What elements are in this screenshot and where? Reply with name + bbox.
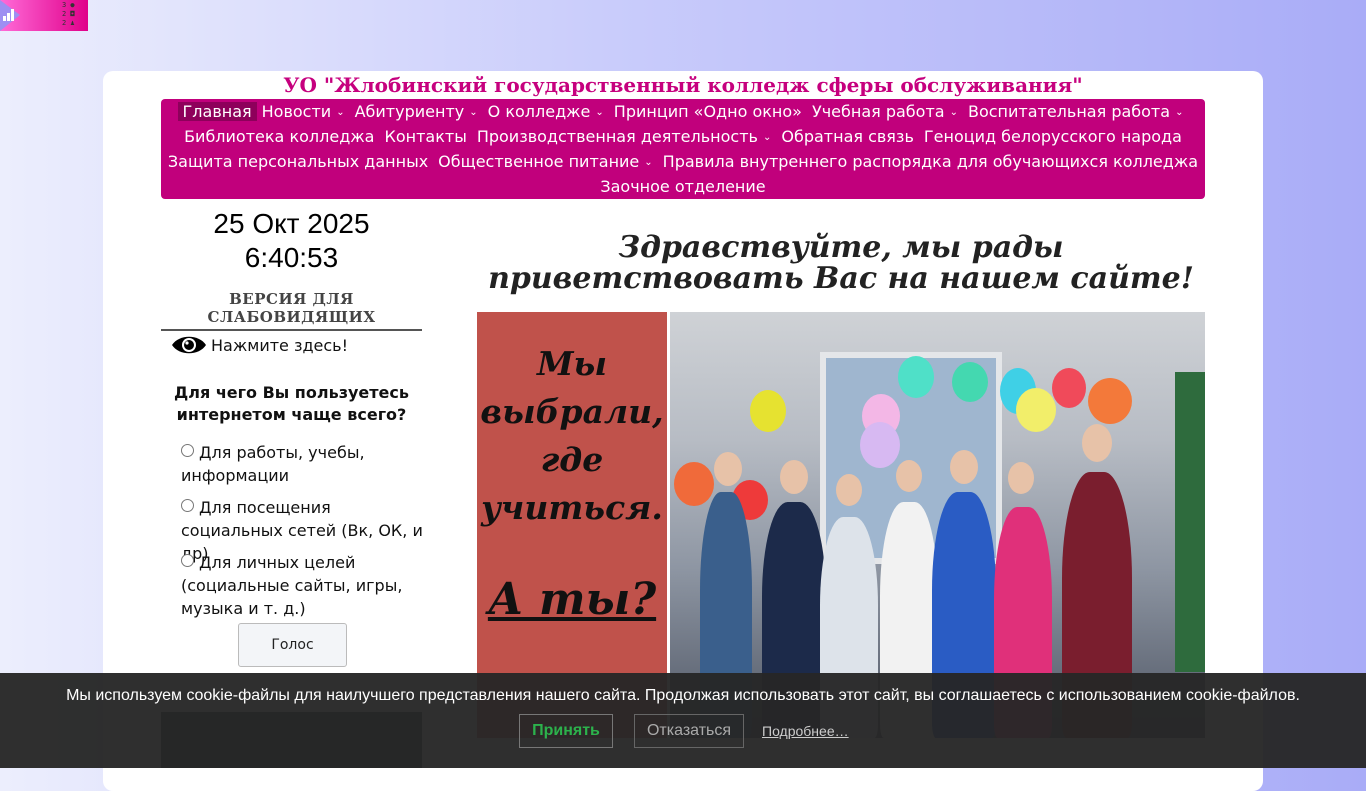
student-head bbox=[780, 460, 808, 494]
radio-button[interactable] bbox=[181, 554, 194, 567]
student-head bbox=[714, 452, 742, 486]
chevron-down-icon: ⌄ bbox=[949, 107, 958, 118]
student-head bbox=[950, 450, 978, 484]
accessibility-link-label: Нажмите здесь! bbox=[211, 335, 349, 355]
accessibility-link[interactable]: Нажмите здесь! bbox=[171, 332, 348, 358]
menu-item-news[interactable]: Новости ⌄ bbox=[257, 102, 350, 121]
poll-question: Для чего Вы пользуетесь интернетом чаще … bbox=[174, 383, 409, 424]
chevron-down-icon: ⌄ bbox=[469, 107, 478, 118]
balloon bbox=[860, 422, 900, 468]
balloon bbox=[750, 390, 786, 432]
cookie-accept-button[interactable]: Принять bbox=[519, 714, 613, 748]
chevron-down-icon: ⌄ bbox=[336, 107, 345, 118]
site-title[interactable]: УО "Жлобинский государственный колледж с… bbox=[0, 71, 1366, 99]
balloon bbox=[1052, 368, 1086, 408]
balloon bbox=[952, 362, 988, 402]
chevron-down-icon: ⌄ bbox=[595, 107, 604, 118]
banner-text: Мы выбрали, где учиться. bbox=[480, 344, 664, 527]
menu-item-personal-data[interactable]: Защита персональных данных bbox=[163, 152, 433, 171]
radio-button[interactable] bbox=[181, 444, 194, 457]
clock-date: 25 Окт 2025 bbox=[213, 208, 370, 239]
balloon bbox=[898, 356, 934, 398]
cookie-message: Мы используем cookie-файлы для наилучшег… bbox=[66, 687, 1300, 704]
accessibility-heading: ВЕРСИЯ ДЛЯ СЛАБОВИДЯЩИХ bbox=[161, 290, 422, 331]
menu-item-library[interactable]: Библиотека колледжа bbox=[179, 127, 379, 146]
menu-item-rules[interactable]: Правила внутреннего распорядка для обуча… bbox=[658, 152, 1203, 171]
menu-item-production[interactable]: Производственная деятельность ⌄ bbox=[472, 127, 777, 146]
balloon bbox=[1016, 388, 1056, 432]
menu-item-home[interactable]: Главная bbox=[177, 102, 257, 121]
chevron-down-icon: ⌄ bbox=[644, 157, 653, 168]
menu-item-genocide[interactable]: Геноцид белорусского народа bbox=[919, 127, 1187, 146]
student-head bbox=[836, 474, 862, 506]
menu-item-about[interactable]: О колледже ⌄ bbox=[483, 102, 609, 121]
balloon bbox=[674, 462, 714, 506]
menu-item-feedback[interactable]: Обратная связь bbox=[776, 127, 919, 146]
menu-item-catering[interactable]: Общественное питание ⌄ bbox=[433, 152, 657, 171]
student-head bbox=[1008, 462, 1034, 494]
cookie-banner: Мы используем cookie-файлы для наилучшег… bbox=[0, 673, 1366, 768]
menu-item-correspondence[interactable]: Заочное отделение bbox=[595, 177, 770, 196]
clock-time: 6:40:53 bbox=[244, 242, 339, 273]
welcome-heading: Здравствуйте, мы рады приветствовать Вас… bbox=[488, 230, 1194, 296]
balloon bbox=[1088, 378, 1132, 424]
poll-option[interactable]: Для работы, учебы, информации bbox=[181, 441, 429, 487]
vote-button[interactable]: Голос bbox=[238, 623, 347, 667]
cookie-more-link[interactable]: Подробнее… bbox=[762, 723, 849, 739]
main-menu: Главная Новости ⌄ Абитуриенту ⌄ О колледже… bbox=[161, 99, 1205, 199]
menu-item-contacts[interactable]: Контакты bbox=[379, 127, 471, 146]
poll-option[interactable]: Для личных целей (социальные сайты, игры… bbox=[181, 551, 429, 620]
chevron-down-icon: ⌄ bbox=[762, 132, 772, 143]
chevron-down-icon: ⌄ bbox=[1175, 107, 1184, 118]
counter-numbers: 3 ● 2 ◘ 2 ♟ bbox=[62, 1, 75, 27]
student-head bbox=[1082, 424, 1112, 462]
menu-item-one-window[interactable]: Принцип «Одно окно» bbox=[609, 102, 807, 121]
menu-item-applicants[interactable]: Абитуриенту ⌄ bbox=[350, 102, 483, 121]
student-head bbox=[896, 460, 922, 492]
visitor-counter[interactable]: 3 ● 2 ◘ 2 ♟ bbox=[0, 0, 88, 31]
banner-question: А ты? bbox=[487, 574, 657, 625]
radio-button[interactable] bbox=[181, 499, 194, 512]
eye-icon bbox=[172, 336, 206, 354]
wall-panel bbox=[1175, 372, 1205, 672]
menu-item-upbringing[interactable]: Воспитательная работа ⌄ bbox=[963, 102, 1188, 121]
menu-item-academic[interactable]: Учебная работа ⌄ bbox=[807, 102, 963, 121]
cookie-decline-button[interactable]: Отказаться bbox=[634, 714, 744, 748]
bar-chart-icon bbox=[3, 9, 14, 21]
